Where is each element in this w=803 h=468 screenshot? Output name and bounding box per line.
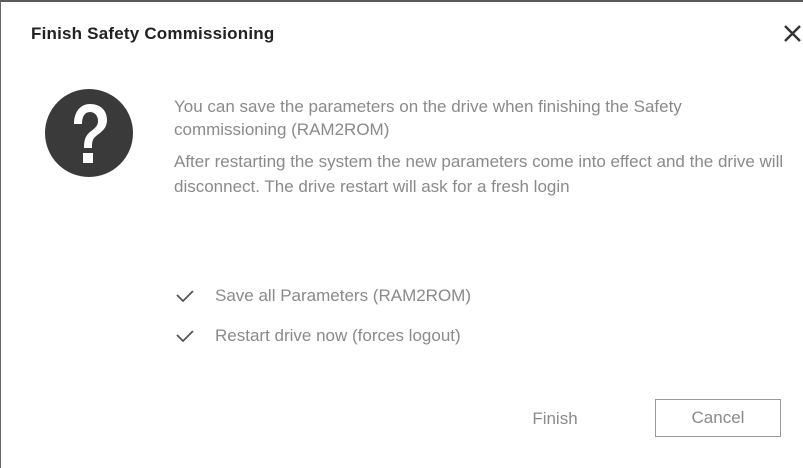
dialog-message: You can save the parameters on the drive… <box>174 95 784 207</box>
message-paragraph-2: After restarting the system the new para… <box>174 152 784 196</box>
dialog-title: Finish Safety Commissioning <box>31 24 275 43</box>
message-paragraph-1: You can save the parameters on the drive… <box>174 97 682 139</box>
question-mark-icon <box>44 88 134 178</box>
checkmark-icon <box>176 290 194 303</box>
finish-safety-commissioning-dialog: Finish Safety Commissioning You can save… <box>0 0 803 468</box>
checkmark-icon <box>176 330 194 343</box>
cancel-button[interactable]: Cancel <box>655 399 781 437</box>
finish-button[interactable]: Finish <box>520 406 590 432</box>
option-restart-drive[interactable]: Restart drive now (forces logout) <box>175 324 461 348</box>
option-label: Restart drive now (forces logout) <box>215 326 461 345</box>
close-icon[interactable] <box>781 22 803 44</box>
option-label: Save all Parameters (RAM2ROM) <box>215 286 472 305</box>
option-save-parameters[interactable]: Save all Parameters (RAM2ROM) <box>175 284 471 308</box>
